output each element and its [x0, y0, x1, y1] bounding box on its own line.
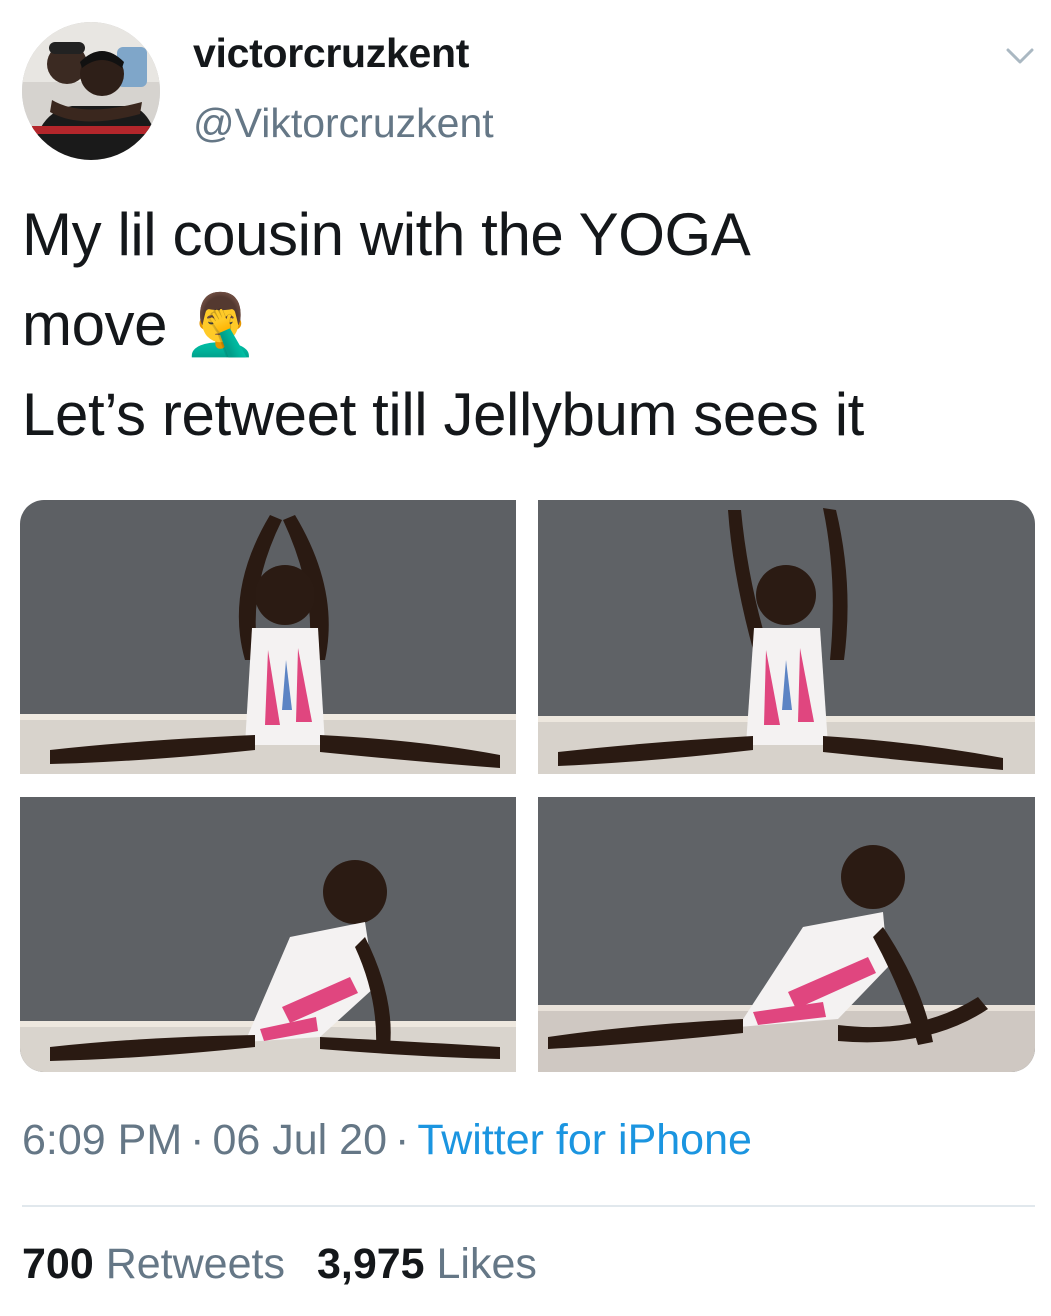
retweets-stat[interactable]: 700 Retweets [22, 1240, 285, 1288]
likes-label: Likes [436, 1240, 537, 1288]
tweet-text: My lil cousin with the YOGA move 🤦‍♂ Let… [22, 190, 1032, 460]
meta-separator: · [395, 1116, 410, 1164]
divider [22, 1205, 1035, 1207]
likes-count: 3,975 [316, 1240, 425, 1288]
tweet-text-line: Let’s retweet till Jellybum sees it [22, 381, 864, 448]
user-handle[interactable]: @Viktorcruzkent [193, 100, 494, 147]
photo-4[interactable] [538, 797, 1035, 1072]
photo-3[interactable] [20, 797, 516, 1072]
retweets-count: 700 [22, 1240, 94, 1288]
child-split-leaning-icon [538, 797, 1035, 1072]
meta-separator: · [190, 1116, 205, 1164]
likes-stat[interactable]: 3,975 Likes [317, 1240, 537, 1288]
photo-1[interactable] [20, 500, 516, 774]
tweet-text-line: My lil cousin with the YOGA [22, 201, 751, 268]
child-split-leaning-icon [20, 797, 516, 1072]
media-grid [20, 500, 1035, 1072]
chevron-down-icon[interactable] [1000, 40, 1040, 74]
display-name[interactable]: victorcruzkent [193, 30, 469, 77]
avatar[interactable] [22, 22, 160, 160]
child-split-arms-up-icon [20, 500, 516, 774]
tweet-text-line: move 🤦‍♂ [22, 291, 258, 358]
child-split-arms-up-icon [538, 500, 1035, 774]
tweet-meta: 6:09 PM · 06 Jul 20 · Twitter for iPhone [22, 1116, 752, 1165]
tweet-date: 06 Jul 20 [212, 1116, 387, 1164]
tweet-source-link[interactable]: Twitter for iPhone [417, 1116, 752, 1164]
retweets-label: Retweets [105, 1240, 285, 1288]
photo-2[interactable] [538, 500, 1035, 774]
tweet-time: 6:09 PM [22, 1116, 183, 1164]
tweet-stats: 700 Retweets 3,975 Likes [22, 1240, 537, 1289]
tweet-header: victorcruzkent @Viktorcruzkent [0, 0, 1051, 170]
profile-photo-icon [22, 22, 160, 160]
